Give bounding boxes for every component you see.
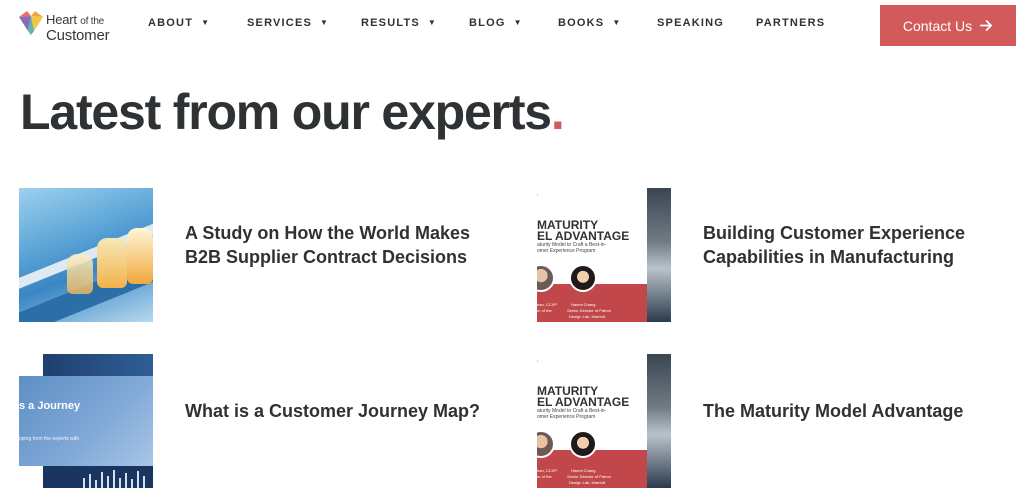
article-title: The Maturity Model Advantage (703, 401, 964, 421)
bottle-image (127, 228, 153, 284)
bar-mark (95, 480, 97, 488)
nav-item-label: RESULTS (361, 17, 420, 29)
bottle-image (67, 254, 93, 294)
heart-logo-icon (19, 11, 43, 35)
speaker-avatar (569, 264, 597, 292)
nav-item-label: SERVICES (247, 17, 313, 29)
speaker-name: ban, CCXP (537, 302, 558, 307)
nav-item-books[interactable]: BOOKS ▼ (558, 17, 621, 29)
nav-item-label: SPEAKING (657, 17, 725, 29)
chevron-down-icon: ▼ (201, 18, 211, 27)
arrow-right-icon (980, 20, 993, 31)
speaker-name: ban, CCXP (537, 468, 558, 473)
nav-item-speaking[interactable]: SPEAKING (657, 17, 724, 29)
article-card[interactable]: s a Journey pping from the experts with … (19, 354, 499, 488)
nav-item-label: PARTNERS (756, 17, 826, 29)
thumb-panel: s a Journey pping from the experts with (19, 376, 153, 466)
thumb-mark: • (537, 192, 539, 197)
article-thumbnail-factory (19, 188, 153, 322)
nav-item-label: ABOUT (148, 17, 194, 29)
brand-name-line1: Heart (46, 12, 77, 27)
bar-mark (83, 478, 85, 488)
bar-mark (143, 476, 145, 488)
article-title: Building Customer Experience Capabilitie… (703, 223, 966, 267)
bar-mark (101, 472, 103, 488)
nav-item-blog[interactable]: BLOG ▼ (469, 17, 523, 29)
bar-mark (113, 470, 115, 488)
page-title: Latest from our experts. (20, 83, 565, 141)
speaker-role: Senior Director of Patron (567, 308, 612, 313)
nav-item-results[interactable]: RESULTS ▼ (361, 17, 437, 29)
chevron-down-icon: ▼ (513, 18, 523, 27)
thumb-base (43, 466, 153, 488)
contact-us-label: Contact Us (902, 17, 973, 34)
speaker-role: er of the (537, 308, 552, 313)
article-card[interactable]: A Study on How the World Makes B2B Suppl… (19, 188, 499, 322)
thumb-top-bar (43, 354, 153, 378)
page-title-dot: . (550, 84, 565, 140)
thumb-heading-line2: EL ADVANTAGE (537, 395, 630, 409)
bar-mark (107, 476, 109, 488)
article-title: What is a Customer Journey Map? (185, 401, 481, 421)
thumb-heading: s a Journey (19, 400, 81, 412)
speaker-name: Hanmi Chang (571, 302, 596, 307)
speaker-org: Design Lab, Marriott (569, 480, 606, 485)
brand-logo[interactable]: Heart of the Customer (19, 11, 119, 44)
bar-mark (131, 479, 133, 488)
speaker-name: Hanmi Chang (571, 468, 596, 473)
bottle-image (97, 238, 127, 288)
thumb-subtitle-line2: omer Experience Program (537, 248, 596, 254)
contact-us-button[interactable]: Contact Us (880, 5, 1016, 46)
nav-item-services[interactable]: SERVICES ▼ (247, 17, 329, 29)
bar-mark (89, 474, 91, 488)
speaker-avatar (569, 430, 597, 458)
chevron-down-icon: ▼ (427, 18, 438, 27)
thumb-subtitle: pping from the experts with (19, 436, 80, 442)
site-header: Heart of the Customer ABOUT ▼ SERVICES ▼ R… (0, 0, 1024, 50)
bar-mark (119, 478, 121, 488)
speaker-org: Design Lab, Marriott (569, 314, 606, 319)
nav-item-about[interactable]: ABOUT ▼ (148, 17, 210, 29)
photo-strip (647, 354, 671, 488)
thumb-mark: • (537, 358, 539, 363)
brand-name: Heart of the Customer (46, 12, 110, 44)
article-thumbnail-maturity: • MATURITY EL ADVANTAGE aturity Model to… (537, 188, 671, 322)
article-card[interactable]: • MATURITY EL ADVANTAGE aturity Model to… (537, 188, 987, 322)
photo-strip (647, 188, 671, 322)
thumb-heading-line2: EL ADVANTAGE (537, 229, 630, 243)
page-title-text: Latest from our experts (20, 84, 552, 140)
thumb-subtitle-line2: omer Experience Program (537, 414, 596, 420)
bar-mark (125, 473, 127, 488)
bar-mark (137, 471, 139, 488)
nav-item-label: BOOKS (558, 17, 605, 29)
speaker-role: Senior Director of Patron (567, 474, 612, 479)
article-thumbnail-maturity: • MATURITY EL ADVANTAGE aturity Model to… (537, 354, 671, 488)
speaker-role: er of the (537, 474, 552, 479)
article-card[interactable]: • MATURITY EL ADVANTAGE aturity Model to… (537, 354, 987, 488)
chevron-down-icon: ▼ (612, 18, 622, 27)
nav-item-partners[interactable]: PARTNERS (756, 17, 825, 29)
brand-name-of: of the (80, 16, 105, 27)
article-title: A Study on How the World Makes B2B Suppl… (185, 223, 471, 267)
brand-name-line2: Customer (46, 27, 110, 44)
article-thumbnail-journey: s a Journey pping from the experts with (19, 354, 153, 488)
chevron-down-icon: ▼ (320, 18, 330, 27)
nav-item-label: BLOG (469, 17, 506, 29)
